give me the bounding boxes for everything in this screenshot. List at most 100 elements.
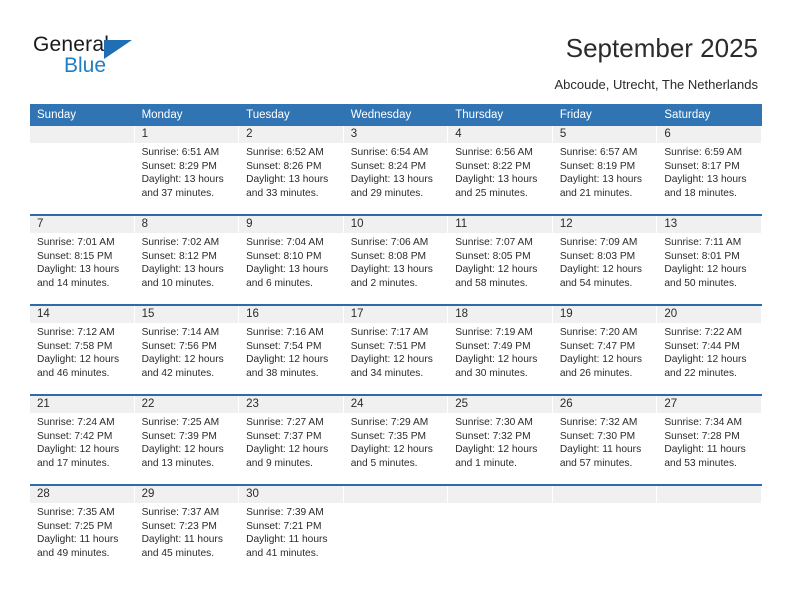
calendar-day-cell[interactable]: 19 Sunrise: 7:20 AM Sunset: 7:47 PM Dayligh… xyxy=(552,306,658,394)
sunrise-time: Sunrise: 7:07 AM xyxy=(455,237,533,248)
sunrise-time: Sunrise: 7:01 AM xyxy=(37,237,115,248)
day-number: 26 xyxy=(552,396,657,413)
sunrise-time: Sunrise: 6:54 AM xyxy=(350,147,429,158)
calendar-day-cell[interactable]: 5 Sunrise: 6:57 AM Sunset: 8:19 PM Daylight… xyxy=(552,126,658,214)
daylight-duration-line-1: Daylight: 11 hours xyxy=(141,534,223,546)
calendar-day-cell[interactable]: 2 Sunrise: 6:52 AM Sunset: 8:26 PM Daylight… xyxy=(239,126,344,214)
day-details: Sunrise: 6:52 AM Sunset: 8:26 PM Daylight:… xyxy=(239,143,343,200)
daylight-duration-line-1: Daylight: 12 hours xyxy=(350,354,433,366)
daylight-duration-line-2: and 22 minutes. xyxy=(664,367,737,379)
sunset-time: Sunset: 7:32 PM xyxy=(455,430,531,442)
day-details: Sunrise: 7:01 AM Sunset: 8:15 PM Daylight:… xyxy=(30,233,134,290)
calendar-week-row: 14 Sunrise: 7:12 AM Sunset: 7:58 PM Dayligh… xyxy=(30,304,762,394)
sunset-time: Sunset: 7:35 PM xyxy=(350,430,427,442)
daylight-duration-line-1: Daylight: 12 hours xyxy=(559,354,642,366)
weekday-header-sunday: Sunday xyxy=(37,109,77,121)
calendar-day-cell[interactable]: 17 Sunrise: 7:17 AM Sunset: 7:51 PM Dayligh… xyxy=(343,306,449,394)
calendar-day-cell[interactable]: 11 Sunrise: 7:07 AM Sunset: 8:05 PM Dayligh… xyxy=(448,216,553,304)
calendar-day-cell[interactable]: 1 Sunrise: 6:51 AM Sunset: 8:29 PM Daylight… xyxy=(134,126,240,214)
daylight-duration-line-1: Daylight: 12 hours xyxy=(141,354,224,366)
day-details: Sunrise: 7:09 AM Sunset: 8:03 PM Daylight:… xyxy=(553,233,657,290)
calendar-day-cell[interactable]: 18 Sunrise: 7:19 AM Sunset: 7:49 PM Dayligh… xyxy=(448,306,553,394)
day-details: Sunrise: 7:24 AM Sunset: 7:42 PM Daylight:… xyxy=(30,413,134,470)
daylight-duration-line-2: and 57 minutes. xyxy=(559,457,633,469)
calendar-day-cell[interactable]: 20 Sunrise: 7:22 AM Sunset: 7:44 PM Dayligh… xyxy=(657,306,762,394)
daylight-duration-line-1: Daylight: 13 hours xyxy=(246,264,329,276)
calendar-day-cell[interactable]: 9 Sunrise: 7:04 AM Sunset: 8:10 PM Daylight… xyxy=(239,216,344,304)
daylight-duration-line-1: Daylight: 13 hours xyxy=(141,174,224,186)
daylight-duration-line-2: and 14 minutes. xyxy=(37,277,110,289)
day-details: Sunrise: 7:14 AM Sunset: 7:56 PM Daylight:… xyxy=(135,323,239,380)
page-header: General Blue September 2025 Abcoude, Utr… xyxy=(0,0,792,100)
calendar-day-cell[interactable]: 6 Sunrise: 6:59 AM Sunset: 8:17 PM Daylight… xyxy=(657,126,762,214)
day-number: 1 xyxy=(134,126,239,143)
calendar-day-cell[interactable]: 4 Sunrise: 6:56 AM Sunset: 8:22 PM Daylight… xyxy=(448,126,553,214)
sunrise-time: Sunrise: 7:17 AM xyxy=(350,327,429,338)
calendar-day-cell[interactable]: 7 Sunrise: 7:01 AM Sunset: 8:15 PM Daylight… xyxy=(30,216,135,304)
sunrise-time: Sunrise: 7:24 AM xyxy=(37,417,115,428)
calendar-day-cell[interactable]: 27 Sunrise: 7:34 AM Sunset: 7:28 PM Dayligh… xyxy=(657,396,762,484)
general-blue-logo[interactable]: General Blue xyxy=(33,33,233,83)
sunrise-time: Sunrise: 7:32 AM xyxy=(559,417,638,428)
day-number xyxy=(657,486,761,503)
sunset-time: Sunset: 8:10 PM xyxy=(246,250,322,262)
daylight-duration-line-2: and 6 minutes. xyxy=(246,277,313,289)
sunrise-time: Sunrise: 7:35 AM xyxy=(37,507,115,518)
calendar-day-cell[interactable]: 29 Sunrise: 7:37 AM Sunset: 7:23 PM Dayligh… xyxy=(134,486,240,574)
day-number: 16 xyxy=(239,306,343,323)
logo-text-blue: Blue xyxy=(64,54,107,77)
daylight-duration-line-1: Daylight: 12 hours xyxy=(37,354,120,366)
calendar-day-cell[interactable]: 22 Sunrise: 7:25 AM Sunset: 7:39 PM Dayligh… xyxy=(134,396,240,484)
sunset-time: Sunset: 8:19 PM xyxy=(559,160,636,172)
daylight-duration-line-2: and 33 minutes. xyxy=(246,187,319,199)
day-number: 18 xyxy=(448,306,552,323)
calendar-day-cell-empty xyxy=(343,486,449,574)
day-details: Sunrise: 7:20 AM Sunset: 7:47 PM Daylight:… xyxy=(553,323,657,380)
day-details: Sunrise: 7:25 AM Sunset: 7:39 PM Daylight:… xyxy=(135,413,239,470)
calendar-day-cell[interactable]: 23 Sunrise: 7:27 AM Sunset: 7:37 PM Dayligh… xyxy=(239,396,344,484)
day-details: Sunrise: 6:51 AM Sunset: 8:29 PM Daylight:… xyxy=(135,143,239,200)
day-details: Sunrise: 7:35 AM Sunset: 7:25 PM Daylight:… xyxy=(30,503,134,560)
calendar-day-cell[interactable]: 26 Sunrise: 7:32 AM Sunset: 7:30 PM Dayligh… xyxy=(552,396,658,484)
calendar-day-cell[interactable]: 13 Sunrise: 7:11 AM Sunset: 8:01 PM Dayligh… xyxy=(657,216,762,304)
day-details: Sunrise: 7:02 AM Sunset: 8:12 PM Daylight:… xyxy=(135,233,239,290)
daylight-duration-line-2: and 41 minutes. xyxy=(246,547,319,559)
daylight-duration-line-1: Daylight: 13 hours xyxy=(246,174,329,186)
sunset-time: Sunset: 8:05 PM xyxy=(455,250,531,262)
day-details: Sunrise: 6:57 AM Sunset: 8:19 PM Daylight:… xyxy=(553,143,657,200)
daylight-duration-line-1: Daylight: 12 hours xyxy=(455,264,538,276)
day-number: 6 xyxy=(657,126,761,143)
sunrise-time: Sunrise: 7:11 AM xyxy=(664,237,742,248)
day-number: 25 xyxy=(448,396,552,413)
sunset-time: Sunset: 7:51 PM xyxy=(350,340,427,352)
daylight-duration-line-2: and 5 minutes. xyxy=(350,457,418,469)
calendar-day-cell[interactable]: 12 Sunrise: 7:09 AM Sunset: 8:03 PM Dayligh… xyxy=(552,216,658,304)
sunset-time: Sunset: 8:03 PM xyxy=(559,250,636,262)
sunrise-time: Sunrise: 6:56 AM xyxy=(455,147,533,158)
daylight-duration-line-1: Daylight: 11 hours xyxy=(559,444,642,456)
calendar-day-cell[interactable]: 21 Sunrise: 7:24 AM Sunset: 7:42 PM Dayligh… xyxy=(30,396,135,484)
daylight-duration-line-1: Daylight: 13 hours xyxy=(664,174,747,186)
day-details: Sunrise: 7:32 AM Sunset: 7:30 PM Daylight:… xyxy=(553,413,657,470)
sunrise-time: Sunrise: 7:04 AM xyxy=(246,237,324,248)
day-number: 7 xyxy=(30,216,134,233)
calendar-day-cell[interactable]: 24 Sunrise: 7:29 AM Sunset: 7:35 PM Dayligh… xyxy=(343,396,449,484)
day-number: 5 xyxy=(552,126,657,143)
daylight-duration-line-1: Daylight: 13 hours xyxy=(350,264,433,276)
calendar-day-cell[interactable]: 10 Sunrise: 7:06 AM Sunset: 8:08 PM Dayligh… xyxy=(343,216,449,304)
daylight-duration-line-1: Daylight: 12 hours xyxy=(664,264,747,276)
calendar-day-cell[interactable]: 15 Sunrise: 7:14 AM Sunset: 7:56 PM Dayligh… xyxy=(134,306,240,394)
calendar-day-cell[interactable]: 30 Sunrise: 7:39 AM Sunset: 7:21 PM Dayligh… xyxy=(239,486,344,574)
day-number: 22 xyxy=(134,396,239,413)
calendar-day-cell[interactable]: 3 Sunrise: 6:54 AM Sunset: 8:24 PM Daylight… xyxy=(343,126,449,214)
calendar-day-cell-empty xyxy=(30,126,135,214)
day-number xyxy=(343,486,448,503)
calendar-day-cell[interactable]: 28 Sunrise: 7:35 AM Sunset: 7:25 PM Dayligh… xyxy=(30,486,135,574)
calendar-day-cell[interactable]: 8 Sunrise: 7:02 AM Sunset: 8:12 PM Daylight… xyxy=(134,216,240,304)
calendar-day-cell[interactable]: 25 Sunrise: 7:30 AM Sunset: 7:32 PM Dayligh… xyxy=(448,396,553,484)
sunrise-time: Sunrise: 7:29 AM xyxy=(350,417,429,428)
day-number: 17 xyxy=(343,306,448,323)
calendar-day-cell[interactable]: 16 Sunrise: 7:16 AM Sunset: 7:54 PM Dayligh… xyxy=(239,306,344,394)
day-details: Sunrise: 6:54 AM Sunset: 8:24 PM Daylight:… xyxy=(344,143,448,200)
calendar-day-cell[interactable]: 14 Sunrise: 7:12 AM Sunset: 7:58 PM Dayligh… xyxy=(30,306,135,394)
